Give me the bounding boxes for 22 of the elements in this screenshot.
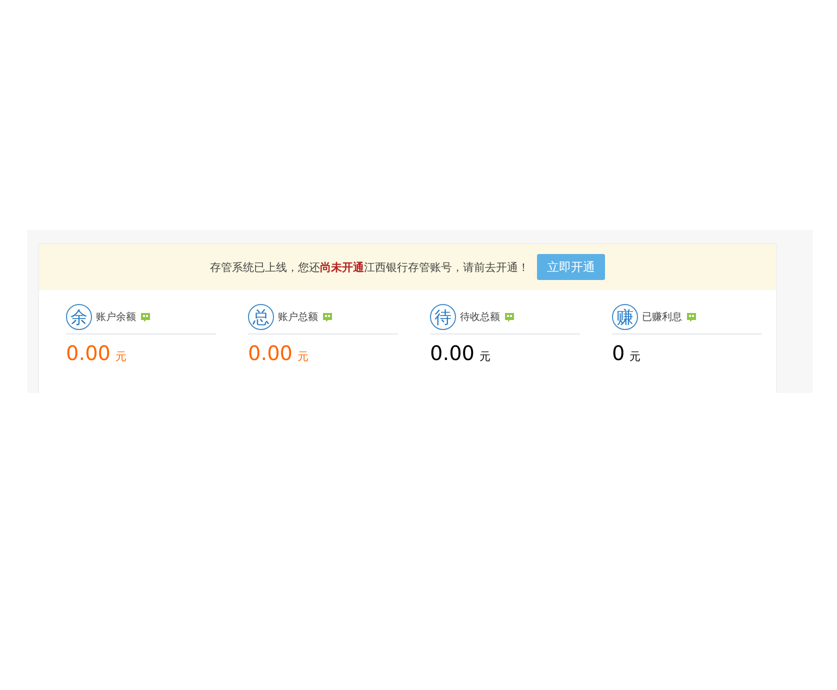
stat-label: 账户总额 [278,310,318,324]
open-account-button[interactable]: 立即开通 [537,254,605,280]
chat-bubble-icon [140,312,151,322]
stat-unit: 元 [630,349,641,364]
stat-unit: 元 [480,349,491,364]
notice-text: 存管系统已上线，您还尚未开通江西银行存管账号，请前去开通！ [210,260,529,274]
stat-unit: 元 [298,349,309,364]
stat-value: 0 [612,341,625,365]
badge-icon: 赚 [612,304,638,330]
badge-icon: 余 [66,304,92,330]
stat-value: 0.00 [66,341,111,365]
badge-icon: 待 [430,304,456,330]
chat-bubble-icon [504,312,515,322]
chat-bubble-icon [686,312,697,322]
stat-label: 账户余额 [96,310,136,324]
badge-icon: 总 [248,304,274,330]
stat-unit: 元 [116,349,127,364]
stat-value: 0.00 [248,341,293,365]
stat-value: 0.00 [430,341,475,365]
stat-label: 待收总额 [460,310,500,324]
stat-label: 已赚利息 [642,310,682,324]
chat-bubble-icon [322,312,333,322]
